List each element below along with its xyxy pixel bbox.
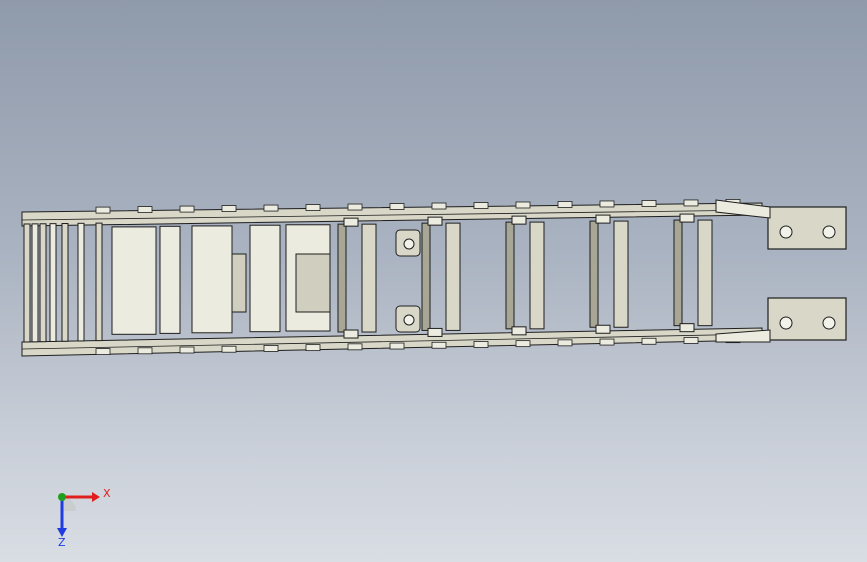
rail-notch [95, 348, 111, 356]
link-tooth [343, 329, 359, 339]
link-tooth [595, 214, 611, 224]
inner-separator [231, 253, 247, 313]
rail-notch [599, 200, 615, 208]
cable-carrier-chain-model[interactable] [0, 0, 867, 562]
link-post [337, 223, 347, 333]
link-post [421, 222, 431, 331]
curved-end-link [23, 223, 31, 343]
mounting-hole-icon [822, 225, 836, 239]
rail-notch [389, 342, 405, 350]
end-bracket-lower [767, 297, 847, 341]
link-tooth [427, 327, 443, 337]
rail-notch [473, 341, 489, 348]
mounting-hole-icon [403, 314, 415, 326]
rail-notch [347, 203, 363, 211]
rail-notch [641, 200, 657, 207]
coordinate-triad: X Z [57, 487, 111, 549]
y-axis-icon [58, 493, 66, 501]
inner-separator [295, 253, 331, 313]
rail-notch [431, 341, 447, 349]
link-post [589, 220, 599, 328]
link-crossbar [361, 223, 377, 333]
curved-end-link [61, 223, 69, 342]
graphics-viewport[interactable]: X Z [0, 0, 867, 562]
rail-notch [95, 206, 111, 214]
rail-notch [557, 339, 573, 347]
rail-notch [683, 199, 699, 207]
mounting-hole-icon [822, 316, 836, 330]
rail-notch [221, 345, 237, 353]
rail-notch [263, 345, 279, 352]
link-tooth [511, 326, 527, 336]
rail-notch [389, 203, 405, 210]
chain-assembly[interactable] [21, 199, 847, 357]
rail-notch [431, 202, 447, 210]
rail-notch [515, 340, 531, 348]
rail-notch [683, 337, 699, 344]
z-axis-label: Z [58, 536, 66, 549]
link-tooth [427, 216, 443, 226]
curved-end-link [49, 223, 57, 342]
rail-notch [179, 205, 195, 213]
rail-notch [221, 205, 237, 212]
rail-notch [641, 337, 657, 345]
crossbar-panel [249, 224, 281, 333]
mounting-hole-icon [403, 238, 415, 250]
rail-notch [179, 346, 195, 354]
link-tooth [595, 324, 611, 334]
curved-end-link [95, 222, 103, 342]
rail-notch [599, 338, 615, 346]
rail-notch [473, 202, 489, 209]
link-crossbar [697, 219, 713, 327]
rail-notch [137, 347, 153, 355]
rail-notch [305, 344, 321, 352]
link-crossbar [445, 222, 461, 331]
link-tooth [343, 217, 359, 227]
rail-notch [137, 206, 153, 213]
crossbar-panel [111, 226, 157, 335]
x-arrow-icon [92, 492, 100, 502]
curved-end-link [77, 222, 85, 342]
rail-notch [347, 343, 363, 351]
curved-end-link [31, 223, 39, 343]
link-post [673, 219, 683, 327]
rail-notch [557, 201, 573, 208]
end-bracket-upper [767, 206, 847, 250]
link-crossbar [529, 221, 545, 330]
rail-notch [305, 204, 321, 211]
link-post [505, 221, 515, 330]
link-tooth [679, 213, 695, 223]
link-tooth [511, 215, 527, 225]
curved-end-link [39, 223, 47, 343]
crossbar-panel [159, 225, 181, 334]
x-axis-label: X [103, 487, 111, 500]
link-tooth [679, 323, 695, 333]
crossbar-panel [191, 225, 233, 334]
mounting-hole-icon [779, 225, 793, 239]
link-crossbar [613, 220, 629, 328]
rail-notch [263, 204, 279, 212]
mounting-hole-icon [779, 316, 793, 330]
rail-notch [515, 201, 531, 209]
